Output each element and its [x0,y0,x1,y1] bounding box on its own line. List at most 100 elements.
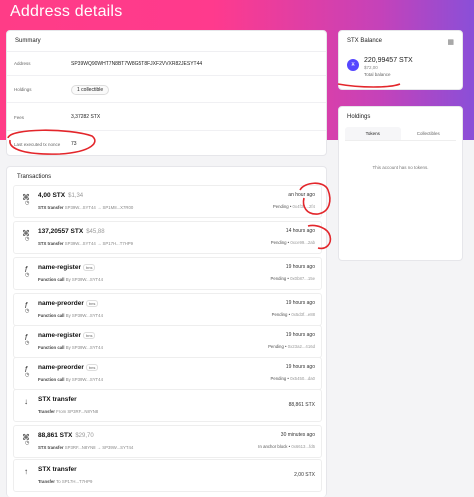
tx-status: Pending [270,240,287,245]
tx-meta: SP39W...SYT44 → SP17H...T7HP9 [64,241,134,246]
tx-row[interactable]: ↑ STX transfer Transfer To SP17H...T7HP9… [13,459,322,492]
tx-row[interactable]: f ◷ name-preorder bns Function call By SP3… [13,293,322,326]
arrow-up-icon: ↑ [24,467,28,476]
tx-row[interactable]: ⌘ ◷ 88,861 STX $29,70 STX transfer SP3RF..… [13,425,322,458]
function-icon: f ◷ [24,365,30,378]
tx-hash: 0x5d3f...e88 [291,312,315,317]
tx-meta: By SP39W...SYT44 [65,313,103,318]
tx-time: an hour ago [288,192,315,198]
fees-value: 3,37282 STX [71,114,101,120]
function-icon: f ◷ [24,333,30,346]
tx-type: STX transfer [38,241,64,246]
tx-time: 19 hours ago [285,332,315,338]
tx-title: STX transfer [38,396,77,403]
tx-time: 19 hours ago [285,364,315,370]
tx-meta: SP39W...SYT44 → SP1M8...X7R00 [64,205,134,210]
transactions-card: Transactions ⌘ ◷ 4,00 STX $1,34 STX transf… [6,166,327,497]
tx-meta: By SP39W...SYT44 [65,377,103,382]
transactions-heading: Transactions [17,174,52,180]
balance-label: Total balance [364,72,391,77]
grid-icon[interactable]: ▦ [447,38,454,46]
tx-status: In anchor block [258,444,288,449]
holdings-tabs: Tokens Collectibles [345,127,456,141]
summary-card: Summary Address SP39WQ90WHT7N8BT7W8G5T8F… [6,30,327,156]
function-icon: f ◷ [24,265,30,278]
contract-tag: bns [83,332,96,339]
tx-hash: 0x5450...da0 [290,376,315,381]
tx-amount: 2,00 STX [294,472,315,478]
tx-hash: 0xce99...2ab [290,240,315,245]
nonce-value: 73 [71,141,77,147]
tab-tokens[interactable]: Tokens [345,127,401,140]
tx-status: Pending [272,204,289,209]
tx-usd: $1,34 [68,193,84,199]
tx-title: name-register [38,332,81,339]
tx-row[interactable]: ↓ STX transfer Transfer From SP3RF...N8Y… [13,389,322,422]
tx-type: Function call [38,377,65,382]
tx-time: 19 hours ago [285,264,315,270]
token-transfer-icon: ⌘ ◷ [22,193,30,206]
tx-type: Function call [38,345,65,350]
tx-meta: By SP39W...SYT44 [65,345,103,350]
summary-row-address: Address SP39WQ90WHT7N8BT7W8G5T8FJXF2VVXR… [7,52,326,76]
holdings-heading: Holdings [347,114,371,120]
tx-row[interactable]: f ◷ name-preorder bns Function call By SP3… [13,357,322,390]
tx-title: STX transfer [38,466,77,473]
contract-tag: bns [83,264,96,271]
tx-hash: 0x6613...fd5 [291,444,315,449]
balance-usd: $72,00 [364,65,378,70]
row-key: Address [14,61,31,66]
tx-hash: 0x4f35...2f4 [292,204,315,209]
tx-type: Transfer [38,409,55,414]
tx-meta: From SP3RF...N8YN8 [56,409,99,414]
tx-meta: SP3RF...N8YN8 → SP39W...SYT44 [64,445,134,450]
row-key: Holdings [14,87,32,92]
tx-type: STX transfer [38,205,64,210]
balance-heading: STX Balance [347,38,383,44]
token-transfer-icon: ⌘ ◷ [22,433,30,446]
tx-status: Pending [271,312,288,317]
tx-title: 4,00 STX [38,192,66,199]
summary-heading: Summary [7,31,326,52]
tab-collectibles[interactable]: Collectibles [401,127,457,140]
tx-row[interactable]: f ◷ name-register bns Function call By SP3… [13,257,322,290]
address-value[interactable]: SP39WQ90WHT7N8BT7W8G5T8FJXF2VVXR82JESYT4… [71,61,202,67]
arrow-down-icon: ↓ [24,397,28,406]
contract-tag: bns [85,364,99,371]
tx-time: 14 hours ago [285,228,315,234]
summary-row-fees: Fees 3,37282 STX [7,104,326,131]
tx-meta: To SP17H...T7HP9 [56,479,93,484]
tx-row[interactable]: ⌘ ◷ 137,20557 STX $45,88 STX transfer SP39… [13,221,322,254]
tx-time: 19 hours ago [285,300,315,306]
function-icon: f ◷ [24,301,30,314]
summary-row-holdings: Holdings 1 collectible [7,77,326,103]
tx-title: name-preorder [38,300,84,307]
tx-type: Transfer [38,479,55,484]
tx-title: 137,20557 STX [38,228,84,235]
holdings-pill[interactable]: 1 collectible [71,84,110,95]
row-key: Last executed tx nonce [14,141,61,147]
tx-time: 30 minutes ago [280,432,315,438]
tx-type: Function call [38,277,65,282]
tx-meta: By SP39W...SYT44 [65,277,103,282]
tx-title: name-preorder [38,364,84,371]
tx-usd: $45,88 [86,229,105,235]
tx-type: STX transfer [38,445,64,450]
row-key: Fees [14,114,25,120]
tx-status: Pending [270,276,287,281]
tx-title: name-register [38,264,81,271]
tx-amount: 88,861 STX [288,402,315,408]
holdings-card: Holdings Tokens Collectibles This accoun… [338,106,463,261]
tx-status: Pending [270,376,287,381]
holdings-empty-text: This account has no tokens. [372,165,429,170]
tx-row[interactable]: ⌘ ◷ 4,00 STX $1,34 STX transfer SP39W...SY… [13,185,322,218]
tx-usd: $29,70 [75,433,94,439]
stx-balance-card: STX Balance ▦ Ӿ 220,99457 STX $72,00 Tot… [338,30,463,90]
summary-row-nonce: Last executed tx nonce 73 [7,132,326,156]
contract-tag: bns [85,300,99,307]
page-title: Address details [10,3,123,20]
tx-row[interactable]: f ◷ name-register bns Function call By SP3… [13,325,322,358]
token-transfer-icon: ⌘ ◷ [22,229,30,242]
tx-status: Pending [268,344,284,349]
tx-type: Function call [38,313,65,318]
